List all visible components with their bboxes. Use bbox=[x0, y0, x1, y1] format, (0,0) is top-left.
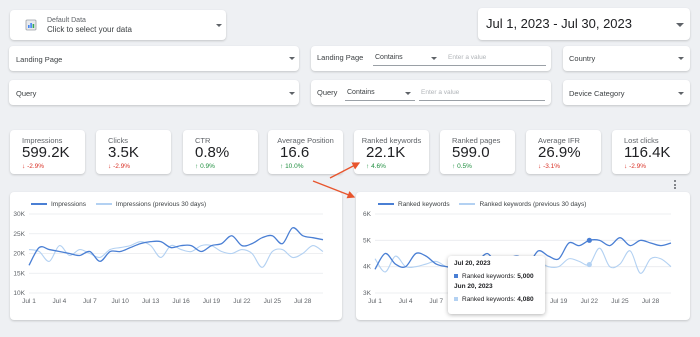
landing-page-value-placeholder: Enter a value bbox=[448, 54, 487, 61]
x-tick-label: Jul 19 bbox=[550, 298, 568, 305]
impressions-chart-card: Impressions Impressions (previous 30 day… bbox=[10, 192, 342, 320]
kpi-card-ranked-pages[interactable]: Ranked pages 599.0 ↑ 0.5% bbox=[440, 130, 515, 174]
query-filter-label: Query bbox=[16, 89, 37, 98]
y-tick-label: 5K bbox=[363, 237, 372, 244]
kpi-value: 599.0 bbox=[452, 144, 490, 161]
x-tick-label: Jul 4 bbox=[399, 298, 413, 305]
query-operator-value: Contains bbox=[347, 89, 375, 96]
chevron-down-icon bbox=[676, 23, 684, 27]
x-tick-label: Jul 13 bbox=[142, 298, 160, 305]
impressions-line-chart: 30K 25K 20K 15K 10KJul 1 Jul 4 Jul 7 Jul 10 Jul … bbox=[13, 211, 324, 305]
kpi-delta: ↑ 0.9% bbox=[195, 163, 215, 170]
kpi-value: 26.9% bbox=[538, 144, 581, 161]
device-category-filter-label: Device Category bbox=[569, 89, 625, 98]
x-tick-label: Jul 25 bbox=[611, 298, 629, 305]
y-tick-label: 20K bbox=[13, 251, 25, 258]
x-tick-label: Jul 1 bbox=[22, 298, 36, 305]
chart-tooltip: Jul 20, 2023 Ranked keywords: 5,000 Jun … bbox=[448, 256, 545, 314]
landing-page-operator-value: Contains bbox=[375, 54, 403, 61]
date-range-label: Jul 1, 2023 - Jul 30, 2023 bbox=[486, 16, 632, 31]
x-tick-label: Jul 7 bbox=[429, 298, 443, 305]
kpi-value: 0.8% bbox=[195, 144, 230, 161]
y-tick-label: 30K bbox=[13, 211, 25, 218]
x-tick-label: Jul 10 bbox=[112, 298, 130, 305]
chevron-down-icon bbox=[289, 57, 295, 60]
y-tick-label: 10K bbox=[13, 290, 25, 297]
kpi-card-ranked-keywords[interactable]: Ranked keywords 22.1K ↑ 4.6% bbox=[354, 130, 429, 174]
y-tick-label: 15K bbox=[13, 270, 25, 277]
kpi-delta: ↓ -2.9% bbox=[22, 163, 45, 170]
query-operator-select[interactable]: Contains bbox=[345, 85, 415, 101]
data-source-icon bbox=[25, 19, 37, 31]
series-line-current[interactable] bbox=[28, 227, 324, 266]
tooltip-row-previous: Ranked keywords: 4,080 bbox=[454, 296, 539, 303]
kpi-card-average-ifr[interactable]: Average IFR 26.9% ↓ -3.1% bbox=[526, 130, 601, 174]
x-tick-label: Jul 28 bbox=[294, 298, 312, 305]
landing-page-operator-select[interactable]: Contains bbox=[373, 50, 447, 66]
chevron-down-icon bbox=[405, 92, 411, 95]
y-tick-label: 25K bbox=[13, 231, 25, 238]
chevron-down-icon bbox=[289, 92, 295, 95]
kpi-card-clicks[interactable]: Clicks 3.5K ↓ -2.9% bbox=[96, 130, 171, 174]
x-tick-label: Jul 4 bbox=[53, 298, 67, 305]
x-tick-label: Jul 25 bbox=[264, 298, 282, 305]
landing-page-value-input[interactable]: Enter a value bbox=[446, 50, 546, 66]
tooltip-row-current: Ranked keywords: 5,000 bbox=[454, 273, 539, 280]
query-value-input[interactable]: Enter a value bbox=[419, 85, 545, 101]
x-tick-label: Jul 1 bbox=[368, 298, 382, 305]
kpi-value: 22.1K bbox=[366, 144, 406, 161]
kpi-card-average-position[interactable]: Average Position 16.6 ↑ 10.0% bbox=[268, 130, 343, 174]
query-match-label: Query bbox=[317, 88, 338, 97]
x-tick-label: Jul 19 bbox=[203, 298, 221, 305]
chevron-down-icon bbox=[431, 57, 437, 60]
y-tick-label: 6K bbox=[363, 211, 372, 218]
kpi-value: 599.2K bbox=[22, 144, 70, 161]
kpi-delta: ↑ 0.5% bbox=[452, 163, 472, 170]
chevron-down-icon bbox=[216, 24, 222, 27]
y-tick-label: 4K bbox=[363, 264, 372, 271]
kpi-card-lost-clicks[interactable]: Lost clicks 116.4K ↓ -2.9% bbox=[612, 130, 690, 174]
x-tick-label: Jul 22 bbox=[233, 298, 251, 305]
kpi-value: 3.5K bbox=[108, 144, 139, 161]
x-tick-label: Jul 7 bbox=[83, 298, 97, 305]
country-filter-label: Country bbox=[569, 54, 596, 63]
kpi-delta: ↑ 4.6% bbox=[366, 163, 386, 170]
query-filter[interactable]: Query bbox=[9, 80, 299, 105]
data-source-subtitle: Click to select your data bbox=[47, 25, 132, 34]
x-tick-label: Jul 28 bbox=[642, 298, 660, 305]
tooltip-date-previous: Jun 20, 2023 bbox=[454, 283, 493, 290]
landing-page-filter[interactable]: Landing Page bbox=[9, 46, 299, 71]
query-match-filter: Query Contains Enter a value bbox=[311, 80, 551, 105]
kpi-delta: ↓ -2.9% bbox=[108, 163, 131, 170]
kpi-delta: ↑ 10.0% bbox=[280, 163, 304, 170]
kpi-delta: ↓ -3.1% bbox=[538, 163, 561, 170]
landing-page-match-label: Landing Page bbox=[317, 53, 364, 62]
x-tick-label: Jul 16 bbox=[172, 298, 190, 305]
landing-page-filter-label: Landing Page bbox=[16, 55, 63, 64]
chevron-down-icon bbox=[678, 57, 684, 60]
landing-page-match-filter: Landing Page Contains Enter a value bbox=[311, 46, 551, 71]
data-source-title: Default Data bbox=[47, 17, 86, 24]
kpi-value: 16.6 bbox=[280, 144, 310, 161]
more-vert-icon[interactable] bbox=[673, 179, 677, 190]
query-value-placeholder: Enter a value bbox=[421, 89, 460, 96]
hover-point-current bbox=[586, 237, 592, 243]
tooltip-date-current: Jul 20, 2023 bbox=[454, 260, 491, 267]
x-tick-label: Jul 22 bbox=[581, 298, 599, 305]
y-tick-label: 3K bbox=[363, 290, 372, 297]
hover-point-previous bbox=[586, 261, 592, 268]
country-filter[interactable]: Country bbox=[563, 46, 690, 71]
data-source-selector[interactable]: Default Data Click to select your data bbox=[10, 10, 226, 40]
kpi-card-impressions[interactable]: Impressions 599.2K ↓ -2.9% bbox=[10, 130, 85, 174]
kpi-delta: ↓ -2.9% bbox=[624, 163, 647, 170]
chevron-down-icon bbox=[678, 92, 684, 95]
kpi-card-ctr[interactable]: CTR 0.8% ↑ 0.9% bbox=[183, 130, 258, 174]
device-category-filter[interactable]: Device Category bbox=[563, 80, 690, 105]
kpi-value: 116.4K bbox=[624, 144, 671, 161]
date-range-picker[interactable]: Jul 1, 2023 - Jul 30, 2023 bbox=[478, 8, 690, 40]
